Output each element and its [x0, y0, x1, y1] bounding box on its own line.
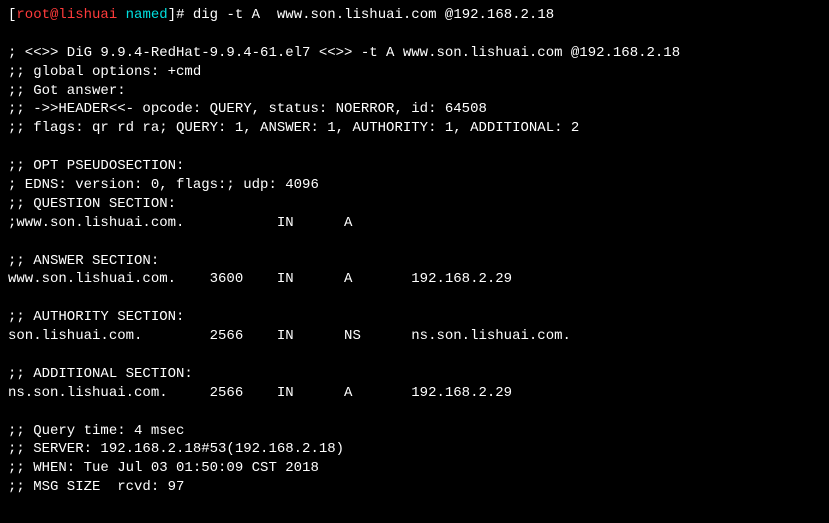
output-answer-line: www.son.lishuai.com. 3600 IN A 192.168.2…: [8, 270, 821, 289]
shell-prompt-line[interactable]: [root@lishuai named]# dig -t A www.son.l…: [8, 6, 821, 25]
output-when: ;; WHEN: Tue Jul 03 01:50:09 CST 2018: [8, 459, 821, 478]
output-blank: [8, 289, 821, 308]
output-msg-size: ;; MSG SIZE rcvd: 97: [8, 478, 821, 497]
prompt-user-host: root@lishuai: [16, 7, 117, 23]
output-query-time: ;; Query time: 4 msec: [8, 422, 821, 441]
output-edns: ; EDNS: version: 0, flags:; udp: 4096: [8, 176, 821, 195]
output-additional-line: ns.son.lishuai.com. 2566 IN A 192.168.2.…: [8, 384, 821, 403]
output-flags: ;; flags: qr rd ra; QUERY: 1, ANSWER: 1,…: [8, 119, 821, 138]
prompt-hash: #: [176, 7, 193, 23]
output-answer-header: ;; ANSWER SECTION:: [8, 252, 821, 271]
output-got-answer: ;; Got answer:: [8, 82, 821, 101]
output-authority-line: son.lishuai.com. 2566 IN NS ns.son.lishu…: [8, 327, 821, 346]
prompt-sep: [117, 7, 125, 23]
prompt-bracket-close: ]: [168, 7, 176, 23]
output-header: ;; ->>HEADER<<- opcode: QUERY, status: N…: [8, 100, 821, 119]
output-blank: [8, 138, 821, 157]
output-blank: [8, 233, 821, 252]
output-global-options: ;; global options: +cmd: [8, 63, 821, 82]
output-additional-header: ;; ADDITIONAL SECTION:: [8, 365, 821, 384]
output-authority-header: ;; AUTHORITY SECTION:: [8, 308, 821, 327]
output-question-line: ;www.son.lishuai.com. IN A: [8, 214, 821, 233]
output-server: ;; SERVER: 192.168.2.18#53(192.168.2.18): [8, 440, 821, 459]
command-text: dig -t A www.son.lishuai.com @192.168.2.…: [193, 7, 554, 23]
output-blank: [8, 403, 821, 422]
output-version: ; <<>> DiG 9.9.4-RedHat-9.9.4-61.el7 <<>…: [8, 44, 821, 63]
output-question-header: ;; QUESTION SECTION:: [8, 195, 821, 214]
output-opt-header: ;; OPT PSEUDOSECTION:: [8, 157, 821, 176]
prompt-directory: named: [126, 7, 168, 23]
output-blank: [8, 346, 821, 365]
output-blank: [8, 25, 821, 44]
